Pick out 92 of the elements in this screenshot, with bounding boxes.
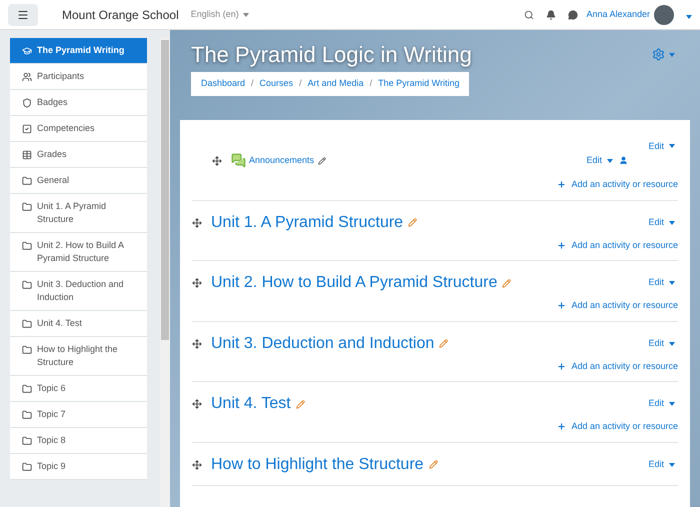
section-title[interactable]: Unit 4. Test bbox=[211, 392, 291, 416]
move-icon[interactable] bbox=[192, 278, 202, 288]
edit-menu[interactable]: Edit bbox=[648, 216, 675, 230]
table-icon bbox=[22, 150, 32, 160]
caret-icon bbox=[242, 12, 249, 16]
caret-icon bbox=[669, 220, 675, 224]
section-title[interactable]: How to Highlight the Structure bbox=[211, 452, 424, 476]
breadcrumb-link[interactable]: Art and Media bbox=[308, 77, 364, 90]
user-menu[interactable]: Anna Alexander bbox=[586, 2, 692, 26]
users-icon bbox=[22, 72, 32, 82]
folder-icon bbox=[22, 202, 32, 212]
edit-menu[interactable]: Edit bbox=[648, 276, 675, 290]
sidebar-item[interactable]: Badges bbox=[10, 90, 147, 116]
bell-icon[interactable] bbox=[546, 10, 556, 20]
add-activity-link[interactable]: Add an activity or resource bbox=[557, 178, 678, 192]
section-title[interactable]: Unit 1. A Pyramid Structure bbox=[211, 210, 404, 234]
move-icon[interactable] bbox=[192, 218, 202, 228]
folder-icon bbox=[22, 241, 32, 251]
caret-icon bbox=[669, 462, 675, 466]
move-icon[interactable] bbox=[192, 399, 202, 409]
breadcrumb-link[interactable]: Courses bbox=[260, 77, 294, 90]
user-icon[interactable] bbox=[619, 156, 628, 165]
plus-icon bbox=[557, 180, 566, 190]
sidebar-item[interactable]: Topic 8 bbox=[10, 428, 147, 454]
caret-icon bbox=[669, 342, 675, 346]
edit-menu[interactable]: Edit bbox=[648, 397, 675, 411]
caret-icon bbox=[669, 144, 675, 148]
plus-icon bbox=[557, 422, 566, 432]
sidebar-item[interactable]: Topic 9 bbox=[10, 454, 147, 480]
plus-icon bbox=[557, 301, 566, 310]
caret-icon bbox=[669, 281, 675, 285]
edit-menu[interactable]: Edit bbox=[648, 140, 675, 153]
course-title: The Pyramid Logic in Writing bbox=[191, 41, 473, 69]
chat-icon[interactable] bbox=[568, 10, 578, 20]
edit-menu[interactable]: Edit bbox=[648, 336, 675, 350]
folder-icon bbox=[22, 462, 32, 472]
sidebar-item[interactable]: General bbox=[10, 168, 147, 194]
sidebar-item[interactable]: Unit 1. A Pyramid Structure bbox=[10, 194, 147, 233]
breadcrumb-separator: / bbox=[370, 77, 372, 90]
pencil-icon[interactable] bbox=[318, 156, 326, 164]
breadcrumb-separator: / bbox=[299, 77, 302, 90]
add-activity-link[interactable]: Add an activity or resource bbox=[557, 360, 678, 373]
sidebar-item[interactable]: Unit 2. How to Build A Pyramid Structure bbox=[10, 233, 147, 272]
sidebar-item[interactable]: Competencies bbox=[10, 116, 147, 142]
folder-icon bbox=[22, 436, 32, 446]
checkbox-icon bbox=[22, 124, 32, 134]
edit-menu[interactable]: Edit bbox=[586, 154, 613, 168]
folder-icon bbox=[22, 280, 32, 290]
sidebar-item[interactable]: Unit 3. Deduction and Induction bbox=[10, 272, 147, 311]
shield-icon bbox=[22, 98, 32, 108]
scrollbar[interactable] bbox=[160, 38, 170, 507]
language-menu[interactable]: English (en) bbox=[190, 8, 249, 22]
sidebar-item[interactable]: Participants bbox=[10, 64, 147, 90]
scrollbar-thumb[interactable] bbox=[161, 40, 169, 340]
caret-icon bbox=[669, 52, 675, 56]
section-title[interactable]: Unit 3. Deduction and Induction bbox=[211, 332, 434, 356]
user-name: Anna Alexander bbox=[586, 8, 650, 21]
breadcrumb-separator: / bbox=[251, 77, 254, 90]
add-activity-link[interactable]: Add an activity or resource bbox=[557, 238, 678, 252]
folder-icon bbox=[22, 319, 32, 329]
breadcrumb-link[interactable]: The Pyramid Writing bbox=[378, 77, 460, 90]
caret-icon bbox=[686, 14, 692, 18]
sidebar-item[interactable]: Grades bbox=[10, 142, 147, 168]
section-title[interactable]: Unit 2. How to Build A Pyramid Structure bbox=[211, 271, 498, 295]
folder-icon bbox=[22, 384, 32, 394]
plus-icon bbox=[557, 240, 566, 250]
plus-icon bbox=[557, 362, 566, 371]
folder-icon bbox=[22, 410, 32, 420]
menu-button[interactable] bbox=[8, 4, 38, 26]
sidebar-item[interactable]: Topic 7 bbox=[10, 402, 147, 428]
search-icon[interactable] bbox=[524, 10, 534, 20]
caret-icon bbox=[607, 158, 613, 162]
sidebar-item[interactable]: How to Highlight the Structure bbox=[10, 337, 147, 376]
move-icon[interactable] bbox=[192, 338, 202, 348]
avatar-placeholder bbox=[654, 4, 674, 24]
add-activity-link[interactable]: Add an activity or resource bbox=[557, 299, 678, 312]
graduation-cap-icon bbox=[22, 46, 32, 56]
sidebar-item[interactable]: The Pyramid Writing bbox=[10, 38, 147, 64]
sidebar-item[interactable]: Unit 4. Test bbox=[10, 311, 147, 337]
add-activity-link[interactable]: Add an activity or resource bbox=[557, 420, 678, 434]
menu-icon bbox=[17, 8, 29, 20]
folder-icon bbox=[22, 176, 32, 186]
sidebar-item[interactable]: Topic 6 bbox=[10, 376, 147, 402]
site-name[interactable]: Mount Orange School bbox=[62, 6, 179, 24]
folder-icon bbox=[22, 345, 32, 355]
move-icon[interactable] bbox=[212, 156, 222, 166]
move-icon[interactable] bbox=[192, 460, 202, 470]
breadcrumb-link[interactable]: Dashboard bbox=[201, 77, 246, 90]
caret-icon bbox=[669, 402, 675, 406]
edit-menu[interactable]: Edit bbox=[648, 458, 675, 472]
forum-icon bbox=[231, 153, 246, 168]
activity-link[interactable]: Announcements bbox=[249, 154, 314, 168]
